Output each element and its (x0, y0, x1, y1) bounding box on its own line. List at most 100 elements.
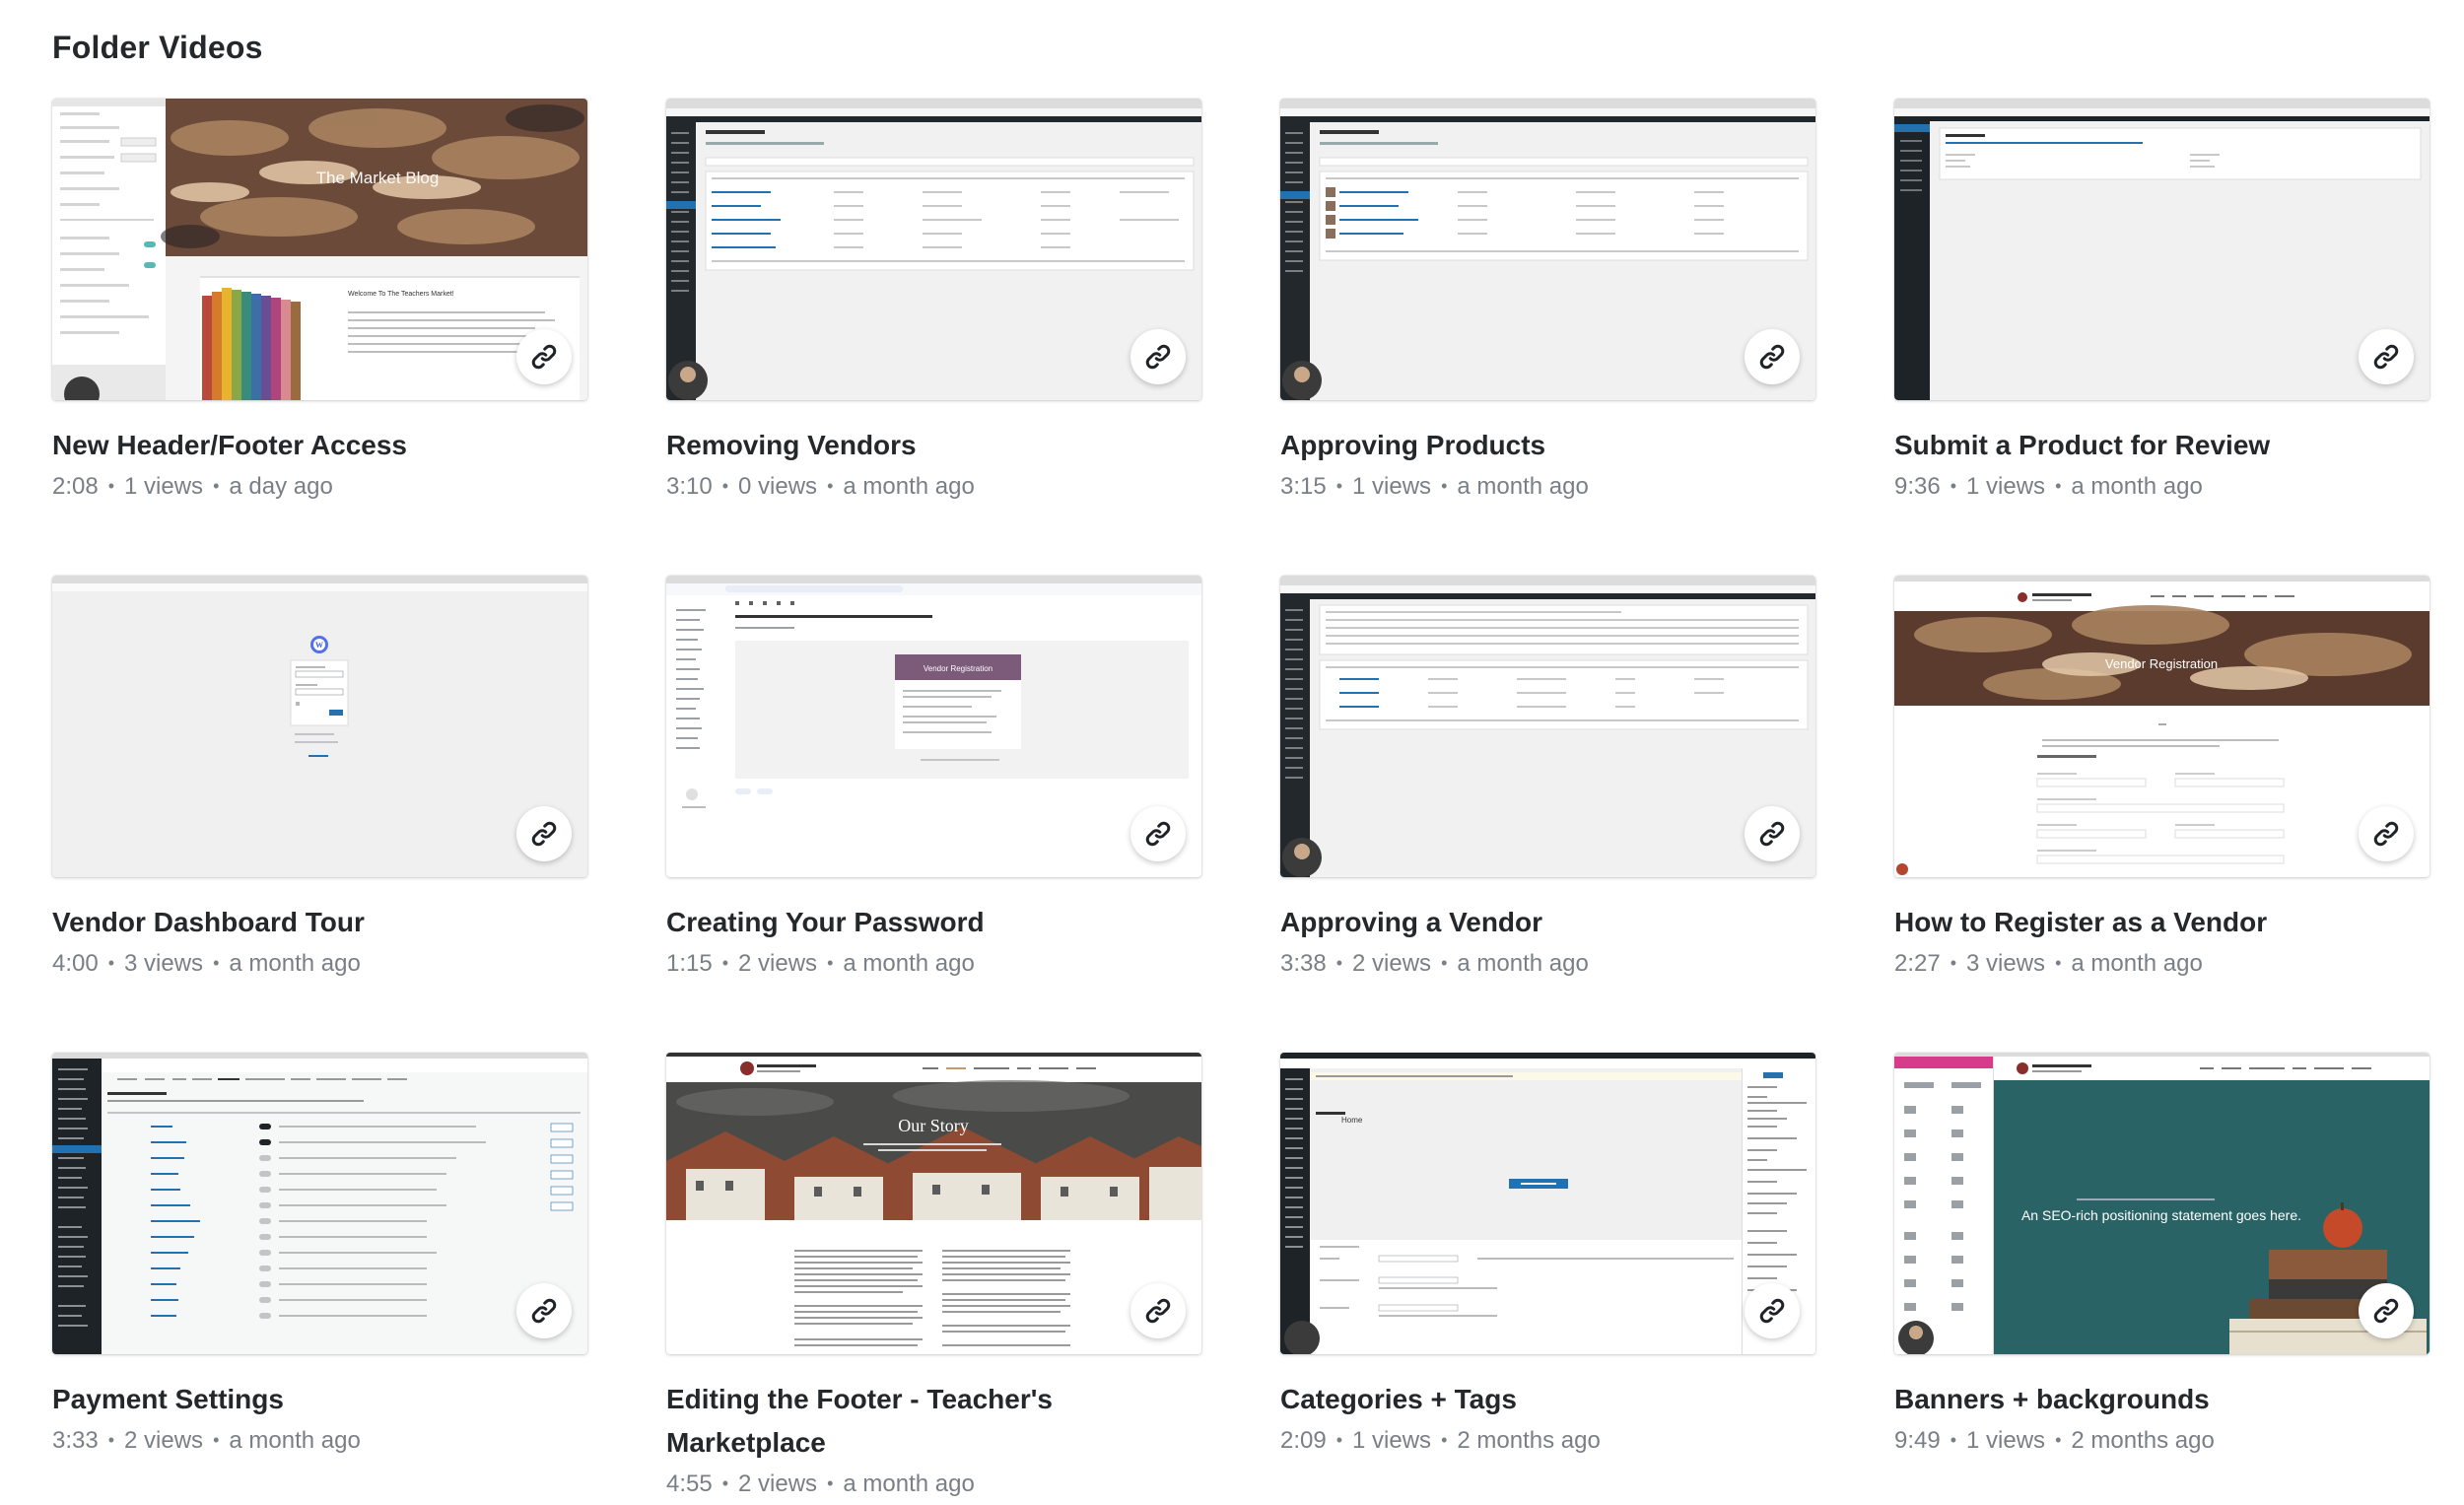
separator-dot: • (827, 1473, 834, 1493)
video-duration: 3:38 (1280, 950, 1327, 977)
video-card[interactable]: Removing Vendors 3:10 • 0 views • a month ag… (666, 99, 1201, 504)
video-thumbnail[interactable] (666, 99, 1201, 400)
video-meta: 4:55 • 2 views • a month ago (666, 1467, 1201, 1501)
thumbnail-banner: An SEO-rich positioning statement goes h… (1894, 1053, 2430, 1354)
video-duration: 9:36 (1894, 473, 1941, 500)
copy-link-button[interactable] (1745, 329, 1800, 384)
video-age: a month ago (843, 473, 975, 500)
video-age: a month ago (229, 950, 361, 977)
video-thumbnail[interactable]: An SEO-rich positioning statement goes h… (1894, 1053, 2430, 1354)
video-card[interactable]: An SEO-rich positioning statement goes h… (1894, 1053, 2430, 1458)
copy-link-button[interactable] (1130, 329, 1186, 384)
separator-dot: • (213, 953, 220, 973)
separator-dot: • (1950, 1430, 1957, 1450)
video-thumbnail[interactable] (1894, 99, 2430, 400)
video-thumbnail[interactable] (1280, 576, 1815, 877)
video-card[interactable]: Vendor Registration (666, 576, 1201, 981)
copy-link-button[interactable] (2359, 806, 2414, 861)
thumbnail-caption: Vendor Registration (2105, 656, 2218, 671)
link-icon (2373, 821, 2399, 847)
thumbnail-wp-admin-table (666, 99, 1201, 400)
link-icon (1145, 1298, 1171, 1324)
video-views: 1 views (1352, 473, 1432, 500)
thumbnail-caption: An SEO-rich positioning statement goes h… (2021, 1207, 2301, 1223)
video-title[interactable]: Categories + Tags (1280, 1378, 1815, 1421)
video-thumbnail[interactable]: Vendor Registration (666, 576, 1201, 877)
video-title[interactable]: Approving a Vendor (1280, 901, 1815, 944)
copy-link-button[interactable] (2359, 329, 2414, 384)
video-card[interactable]: The Market Blog Welcome To The Teachers … (52, 99, 587, 504)
separator-dot: • (107, 953, 115, 973)
video-thumbnail[interactable]: Vendor Registration (1894, 576, 2430, 877)
video-meta: 9:36 • 1 views • a month ago (1894, 469, 2430, 504)
video-title[interactable]: How to Register as a Vendor (1894, 901, 2430, 944)
video-duration: 4:00 (52, 950, 99, 977)
link-icon (531, 344, 557, 370)
copy-link-button[interactable] (516, 806, 572, 861)
video-title[interactable]: Creating Your Password (666, 901, 1201, 944)
separator-dot: • (213, 1430, 220, 1450)
video-thumbnail[interactable] (1280, 99, 1815, 400)
video-thumbnail[interactable]: The Market Blog Welcome To The Teachers … (52, 99, 587, 400)
video-thumbnail[interactable] (52, 1053, 587, 1354)
video-title[interactable]: Removing Vendors (666, 424, 1201, 467)
video-thumbnail[interactable]: W (52, 576, 587, 877)
thumbnail-register-form: Vendor Registration (1894, 576, 2430, 877)
video-age: a month ago (1457, 473, 1589, 500)
video-age: a month ago (2071, 473, 2203, 500)
video-views: 1 views (1966, 1427, 2046, 1454)
video-views: 3 views (1966, 950, 2046, 977)
video-title[interactable]: Submit a Product for Review (1894, 424, 2430, 467)
video-title[interactable]: Approving Products (1280, 424, 1815, 467)
video-card[interactable]: Approving Products 3:15 • 1 views • a month … (1280, 99, 1815, 504)
video-views: 2 views (738, 1471, 818, 1497)
video-title[interactable]: Vendor Dashboard Tour (52, 901, 587, 944)
link-icon (1759, 1298, 1785, 1324)
separator-dot: • (827, 953, 834, 973)
video-card[interactable]: Submit a Product for Review 9:36 • 1 views… (1894, 99, 2430, 504)
video-duration: 2:09 (1280, 1427, 1327, 1454)
link-icon (531, 821, 557, 847)
copy-link-button[interactable] (516, 329, 572, 384)
video-card[interactable]: W Vendor Dashboard Tour 4:00 • 3 views •… (52, 576, 587, 981)
video-title[interactable]: Banners + backgrounds (1894, 1378, 2430, 1421)
separator-dot: • (213, 476, 220, 496)
video-duration: 3:15 (1280, 473, 1327, 500)
thumbnail-wp-admin-table (1280, 576, 1815, 877)
separator-dot: • (721, 953, 729, 973)
video-card[interactable]: Our Story Editing the Footer - Teacher's… (666, 1053, 1201, 1501)
video-views: 3 views (124, 950, 204, 977)
copy-link-button[interactable] (1745, 1283, 1800, 1338)
thumbnail-payments (52, 1053, 587, 1354)
separator-dot: • (1950, 476, 1957, 496)
thumbnail-wp-admin-table (1280, 99, 1815, 400)
separator-dot: • (2055, 953, 2062, 973)
video-duration: 3:33 (52, 1427, 99, 1454)
copy-link-button[interactable] (1745, 806, 1800, 861)
thumbnail-wp-login: W (52, 576, 587, 877)
copy-link-button[interactable] (1130, 806, 1186, 861)
video-meta: 4:00 • 3 views • a month ago (52, 946, 587, 981)
video-thumbnail[interactable]: Our Story (666, 1053, 1201, 1354)
video-duration: 1:15 (666, 950, 713, 977)
video-views: 0 views (738, 473, 818, 500)
video-card[interactable]: Payment Settings 3:33 • 2 views • a month ag… (52, 1053, 587, 1458)
copy-link-button[interactable] (1130, 1283, 1186, 1338)
video-views: 1 views (1966, 473, 2046, 500)
separator-dot: • (2055, 1430, 2062, 1450)
video-card[interactable]: Vendor Registration (1894, 576, 2430, 981)
copy-link-button[interactable] (2359, 1283, 2414, 1338)
video-card[interactable]: Home Categories + Tags 2:09 • 1 views • … (1280, 1053, 1815, 1458)
video-title[interactable]: New Header/Footer Access (52, 424, 587, 467)
video-card[interactable]: Approving a Vendor 3:38 • 2 views • a month … (1280, 576, 1815, 981)
separator-dot: • (1335, 476, 1343, 496)
thumbnail-caption: Vendor Registration (924, 664, 992, 673)
video-title[interactable]: Editing the Footer - Teacher's Marketpla… (666, 1378, 1201, 1465)
video-title[interactable]: Payment Settings (52, 1378, 587, 1421)
video-thumbnail[interactable]: Home (1280, 1053, 1815, 1354)
section-title: Folder Videos (52, 30, 263, 65)
link-icon (531, 1298, 557, 1324)
separator-dot: • (1441, 476, 1448, 496)
copy-link-button[interactable] (516, 1283, 572, 1338)
link-icon (1759, 344, 1785, 370)
